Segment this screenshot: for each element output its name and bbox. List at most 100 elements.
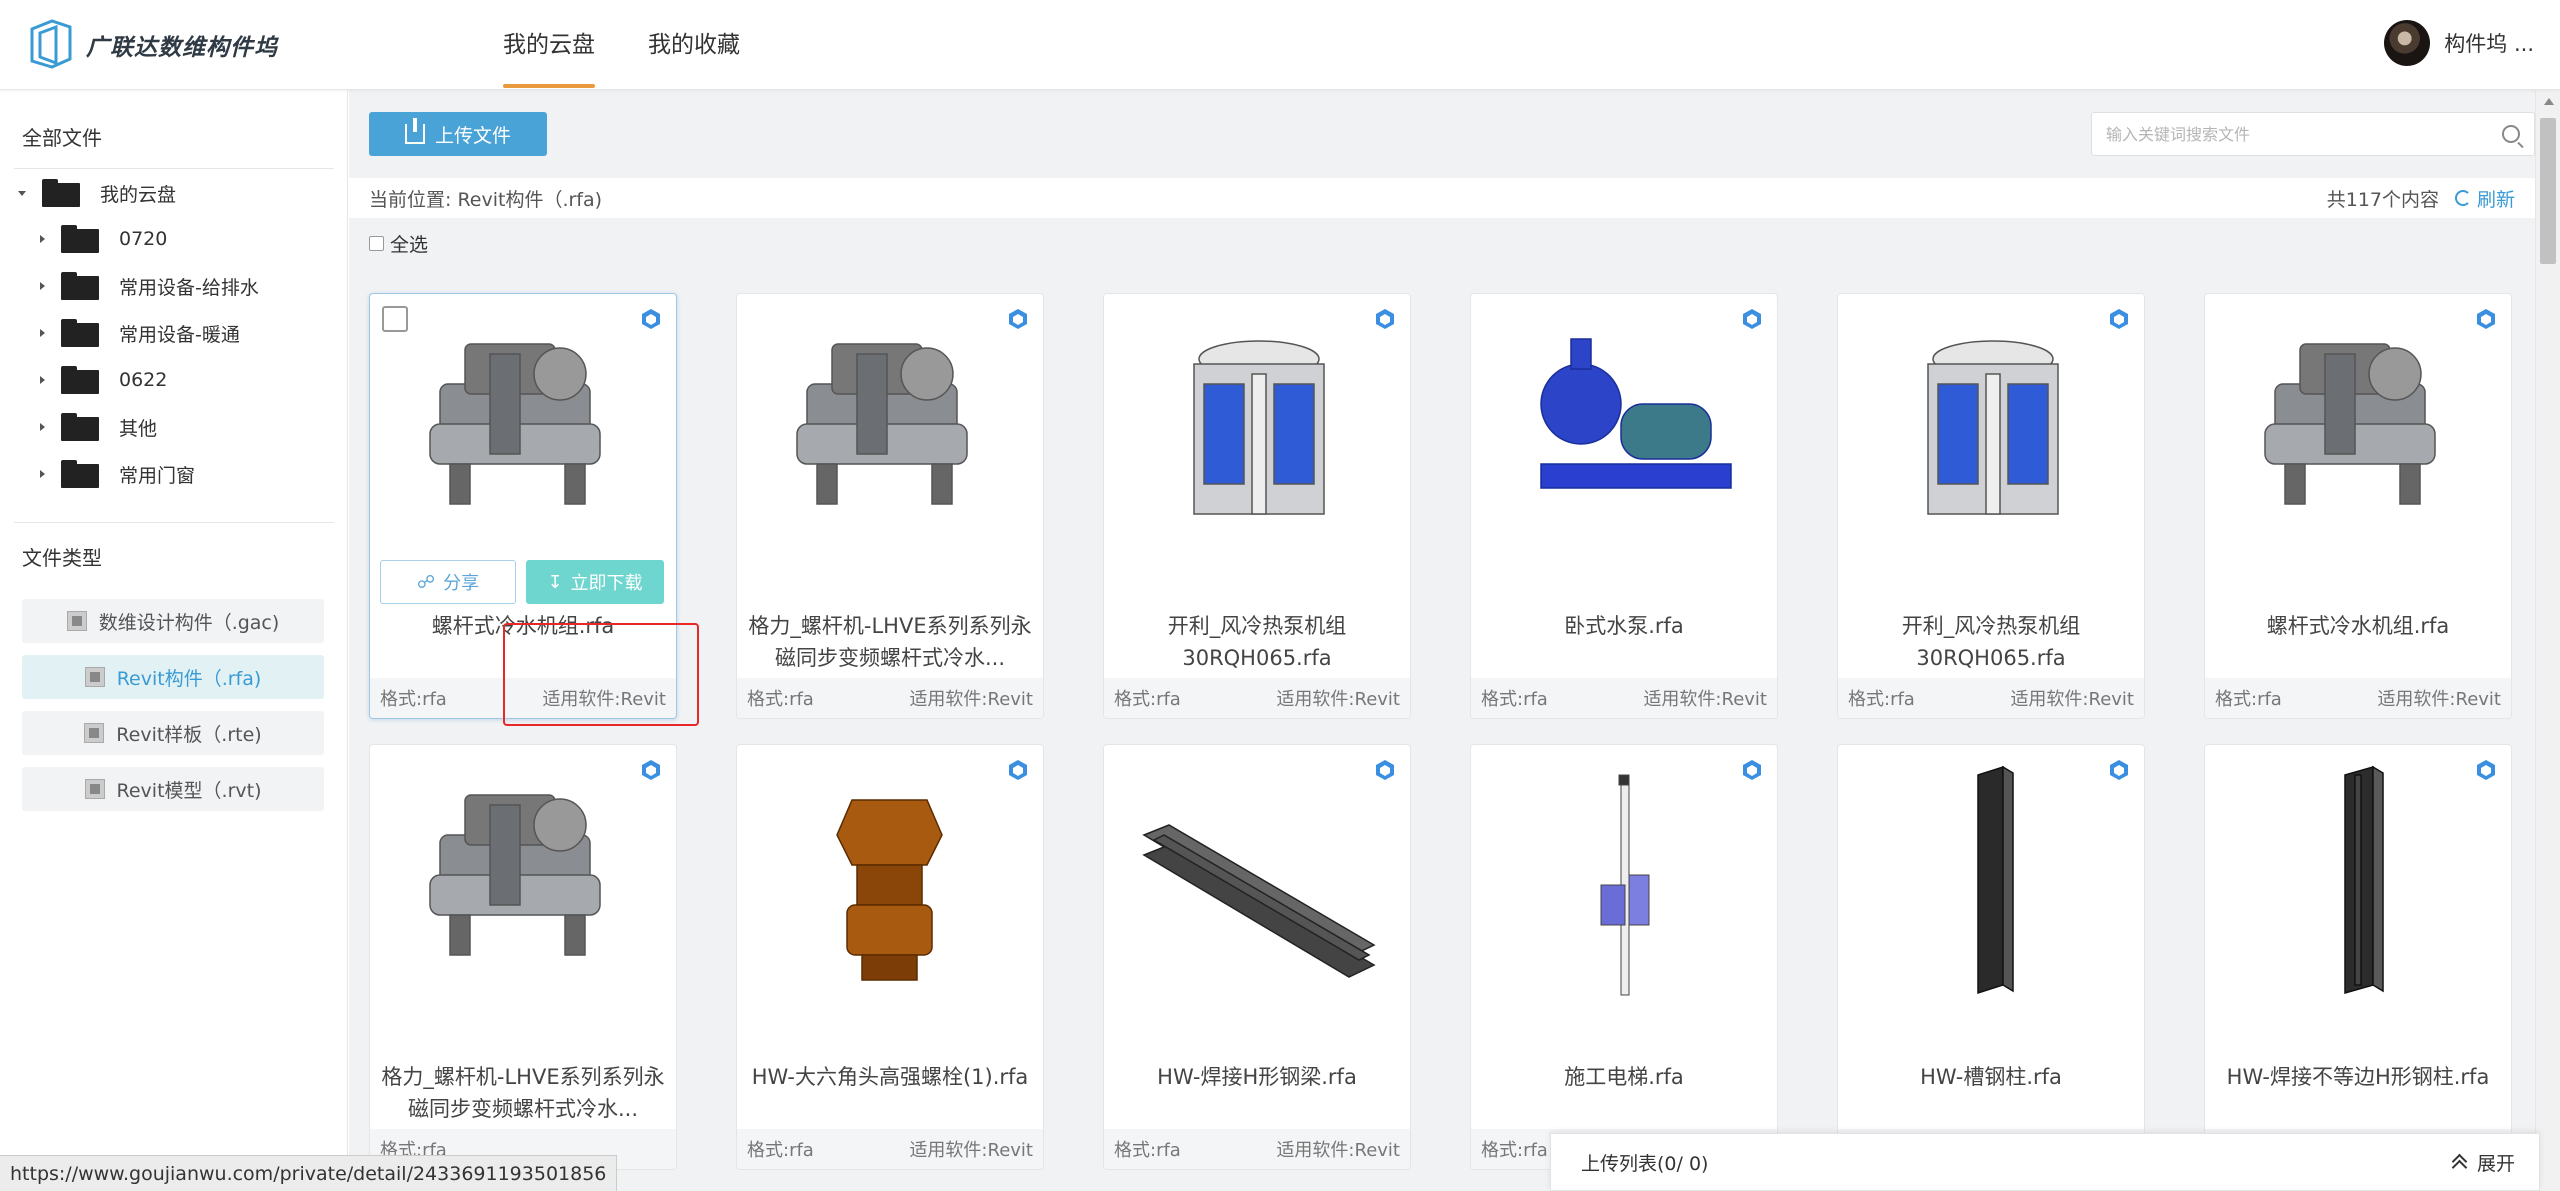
filetype-label: Revit构件（.rfa) — [116, 667, 262, 690]
upload-button[interactable]: 上传文件 — [369, 112, 547, 156]
filetype-label: Revit样板（.rte) — [116, 723, 262, 746]
scroll-up-icon[interactable] — [2544, 98, 2554, 105]
user-menu[interactable]: 构件坞 ... — [2384, 20, 2534, 66]
file-name[interactable]: HW-大六角头高强螺栓(1).rfa — [747, 1061, 1033, 1093]
select-all-checkbox[interactable] — [369, 236, 384, 251]
file-name[interactable]: 开利_风冷热泵机组30RQH065.rfa — [1114, 610, 1400, 674]
file-name[interactable]: HW-焊接不等边H形钢柱.rfa — [2215, 1061, 2501, 1093]
top-header: 广联达数维构件坞 我的云盘 我的收藏 构件坞 ... — [0, 0, 2560, 90]
avatar[interactable] — [2384, 20, 2431, 66]
model-thumbnail[interactable] — [370, 294, 676, 564]
file-name[interactable]: 卧式水泵.rfa — [1481, 610, 1767, 642]
search-input[interactable] — [2092, 113, 2482, 155]
rfa-file-icon — [84, 667, 105, 687]
model-thumbnail[interactable] — [370, 745, 676, 1015]
tree-folder[interactable]: 0720 — [40, 216, 167, 262]
model-thumbnail[interactable] — [2205, 294, 2511, 564]
refresh-button[interactable]: 刷新 — [2455, 185, 2535, 212]
file-card[interactable]: 格力_螺杆机-LHVE系列系列永磁同步变频螺杆式冷水... 格式:rfa — [369, 744, 677, 1170]
file-card[interactable]: HW-焊接H形钢梁.rfa 格式:rfa 适用软件:Revit — [1103, 744, 1411, 1170]
expand-button[interactable]: 展开 — [2451, 1149, 2515, 1176]
model-thumbnail[interactable] — [1104, 294, 1410, 564]
tree-label: 其他 — [119, 417, 158, 440]
model-thumbnail[interactable] — [1104, 745, 1410, 1015]
caret-right-icon[interactable] — [40, 423, 45, 431]
tab-my-favorites[interactable]: 我的收藏 — [648, 0, 740, 90]
tree-folder[interactable]: 常用设备-给排水 — [40, 263, 259, 309]
tree-label: 常用设备-暖通 — [119, 323, 240, 346]
folder-icon — [61, 225, 99, 253]
filetype-label: Revit模型（.rvt) — [116, 779, 262, 802]
revit-badge-icon — [642, 760, 660, 780]
folder-icon — [61, 319, 99, 347]
file-card[interactable]: 格力_螺杆机-LHVE系列系列永磁同步变频螺杆式冷水... 格式:rfa 适用软件:… — [736, 293, 1044, 719]
file-card[interactable]: 开利_风冷热泵机组30RQH065.rfa 格式:rfa 适用软件:Revit — [1837, 293, 2145, 719]
card-footer: 格式:rfa 适用软件:Revit — [1104, 1129, 1410, 1169]
file-name[interactable]: 格力_螺杆机-LHVE系列系列永磁同步变频螺杆式冷水... — [380, 1061, 666, 1125]
file-card[interactable]: HW-大六角头高强螺栓(1).rfa 格式:rfa 适用软件:Revit — [736, 744, 1044, 1170]
caret-right-icon[interactable] — [40, 235, 45, 243]
divider — [14, 522, 334, 523]
annotation-highlight-box — [503, 623, 699, 726]
rte-file-icon — [84, 723, 105, 743]
scroll-thumb[interactable] — [2540, 118, 2556, 264]
folder-icon — [61, 366, 99, 394]
card-footer: 格式:rfa 适用软件:Revit — [2205, 678, 2511, 718]
card-checkbox[interactable] — [382, 306, 408, 332]
file-software: 适用软件:Revit — [909, 1140, 1033, 1161]
file-card[interactable]: 卧式水泵.rfa 格式:rfa 适用软件:Revit — [1470, 293, 1778, 719]
model-thumbnail[interactable] — [1838, 294, 2144, 564]
tree-folder[interactable]: 常用设备-暖通 — [40, 310, 240, 356]
file-card[interactable]: 螺杆式冷水机组.rfa 格式:rfa 适用软件:Revit — [2204, 293, 2512, 719]
file-name[interactable]: HW-焊接H形钢梁.rfa — [1114, 1061, 1400, 1093]
model-thumbnail[interactable] — [1471, 745, 1777, 1015]
model-thumbnail[interactable] — [737, 294, 1043, 564]
caret-right-icon[interactable] — [40, 376, 45, 384]
download-button[interactable]: ↧ 立即下载 — [526, 560, 664, 604]
filetype-rte[interactable]: Revit样板（.rte) — [22, 711, 324, 755]
search-icon[interactable] — [2502, 125, 2520, 143]
filetype-rfa[interactable]: Revit构件（.rfa) — [22, 655, 324, 699]
revit-badge-icon — [1743, 309, 1761, 329]
current-location: 当前位置: Revit构件（.rfa) — [369, 188, 603, 211]
model-thumbnail[interactable] — [1471, 294, 1777, 564]
tree-folder[interactable]: 其他 — [40, 404, 157, 450]
tree-label: 常用设备-给排水 — [119, 276, 259, 299]
tree-folder[interactable]: 常用门窗 — [40, 451, 195, 497]
upload-icon — [404, 118, 425, 144]
select-all[interactable]: 全选 — [369, 230, 428, 257]
share-label: 分享 — [443, 573, 480, 594]
tree-root-my-cloud[interactable]: 我的云盘 — [18, 170, 176, 216]
brand-logo[interactable]: 广联达数维构件坞 — [26, 17, 278, 73]
file-name[interactable]: HW-槽钢柱.rfa — [1848, 1061, 2134, 1093]
caret-down-icon[interactable] — [18, 190, 26, 196]
caret-right-icon[interactable] — [40, 329, 45, 337]
search-box[interactable] — [2091, 112, 2535, 156]
expand-label: 展开 — [2476, 1152, 2515, 1175]
revit-badge-icon — [2110, 760, 2128, 780]
tree-folder[interactable]: 0622 — [40, 357, 167, 403]
tab-my-cloud[interactable]: 我的云盘 — [503, 0, 595, 90]
file-card[interactable]: 开利_风冷热泵机组30RQH065.rfa 格式:rfa 适用软件:Revit — [1103, 293, 1411, 719]
scrollbar[interactable] — [2535, 90, 2560, 1191]
file-name[interactable]: 开利_风冷热泵机组30RQH065.rfa — [1848, 610, 2134, 674]
filetype-rvt[interactable]: Revit模型（.rvt) — [22, 767, 324, 811]
file-name[interactable]: 格力_螺杆机-LHVE系列系列永磁同步变频螺杆式冷水... — [747, 610, 1033, 674]
model-thumbnail[interactable] — [1838, 745, 2144, 1015]
file-card[interactable]: 施工电梯.rfa 格式:rfa — [1470, 744, 1778, 1170]
share-button[interactable]: ☍ 分享 — [380, 560, 516, 604]
revit-badge-icon — [2110, 309, 2128, 329]
file-card[interactable]: HW-槽钢柱.rfa — [1837, 744, 2145, 1170]
file-format: 格式:rfa — [1848, 689, 1915, 710]
caret-right-icon[interactable] — [40, 470, 45, 478]
filetype-gac[interactable]: 数维设计构件（.gac) — [22, 599, 324, 643]
file-software: 适用软件:Revit — [909, 689, 1033, 710]
caret-right-icon[interactable] — [40, 282, 45, 290]
file-card[interactable]: HW-焊接不等边H形钢柱.rfa — [2204, 744, 2512, 1170]
model-thumbnail[interactable] — [2205, 745, 2511, 1015]
file-name[interactable]: 施工电梯.rfa — [1481, 1061, 1767, 1093]
model-thumbnail[interactable] — [737, 745, 1043, 1015]
file-name[interactable]: 螺杆式冷水机组.rfa — [2215, 610, 2501, 642]
user-name[interactable]: 构件坞 ... — [2444, 28, 2534, 58]
gac-file-icon — [66, 611, 87, 631]
